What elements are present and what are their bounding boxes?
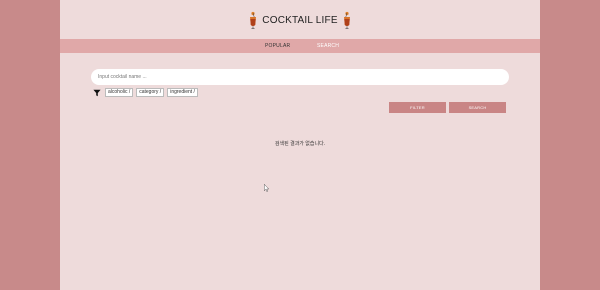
funnel-icon[interactable] (93, 89, 101, 97)
nav-item-search[interactable]: SEARCH (317, 39, 339, 53)
cocktail-glass-icon (343, 11, 350, 29)
page-container: COCKTAIL LIFE POPULAR SEARCH alcoholic /… (60, 0, 540, 290)
filter-chip-ingredient[interactable]: ingredient / (167, 88, 198, 97)
search-button[interactable]: SEARCH (449, 102, 506, 113)
brand[interactable]: COCKTAIL LIFE (60, 8, 540, 32)
nav-item-popular[interactable]: POPULAR (265, 39, 290, 53)
mouse-cursor-icon (264, 184, 270, 192)
top-nav: POPULAR SEARCH (60, 39, 540, 53)
empty-results-message: 검색된 결과가 없습니다. (274, 141, 326, 147)
filter-chip-alcoholic[interactable]: alcoholic / (105, 88, 134, 97)
header: COCKTAIL LIFE (60, 0, 540, 39)
app-title: COCKTAIL LIFE (262, 14, 338, 26)
cocktail-glass-icon (250, 11, 257, 29)
cocktail-search-input[interactable] (91, 69, 509, 85)
filter-button[interactable]: FILTER (389, 102, 446, 113)
filter-chip-category[interactable]: category / (136, 88, 165, 97)
filter-row: alcoholic / category / ingredient / (93, 88, 198, 97)
